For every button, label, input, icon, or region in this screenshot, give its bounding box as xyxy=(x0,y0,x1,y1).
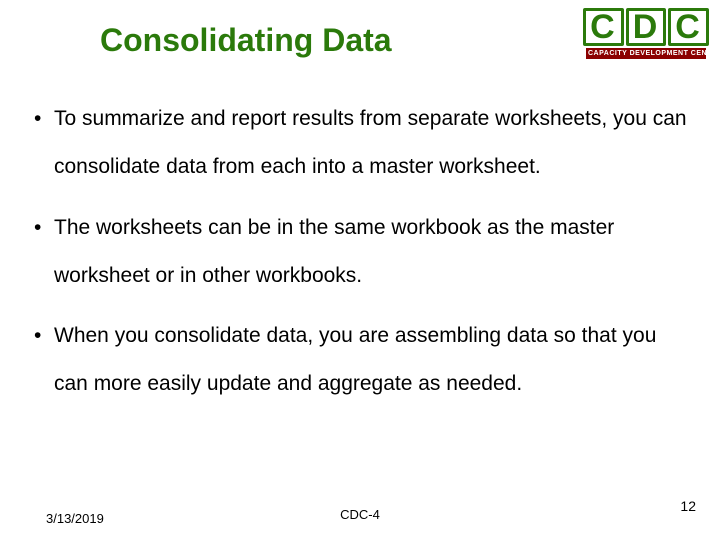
logo-letter-c2: C xyxy=(668,8,709,46)
logo-letters: C D C xyxy=(586,8,706,46)
logo-letter-c: C xyxy=(583,8,624,46)
list-item: When you consolidate data, you are assem… xyxy=(30,312,690,409)
list-item: To summarize and report results from sep… xyxy=(30,95,690,192)
list-item: The worksheets can be in the same workbo… xyxy=(30,204,690,301)
logo-letter-d: D xyxy=(626,8,667,46)
footer-center: CDC-4 xyxy=(0,507,720,522)
logo: C D C CAPACITY DEVELOPMENT CENTER xyxy=(586,8,706,59)
logo-subtitle: CAPACITY DEVELOPMENT CENTER xyxy=(586,48,706,59)
slide: C D C CAPACITY DEVELOPMENT CENTER Consol… xyxy=(0,0,720,540)
footer-page-number: 12 xyxy=(680,498,696,514)
bullet-list: To summarize and report results from sep… xyxy=(30,95,690,409)
